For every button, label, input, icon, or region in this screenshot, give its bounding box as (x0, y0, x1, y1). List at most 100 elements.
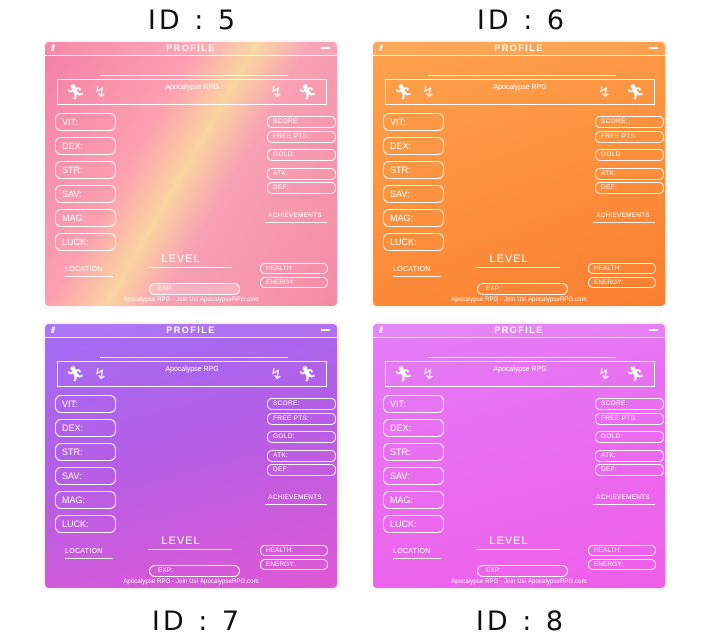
id-label-5: ID : 5 (147, 5, 239, 36)
sprinting-figure-icon: ↯ (598, 83, 611, 101)
game-name: Apocalypse RPG (493, 366, 547, 373)
info-atk[interactable]: ATK: (595, 450, 664, 462)
minimize-icon[interactable] (649, 47, 658, 49)
info-atk[interactable]: ATK: (267, 450, 336, 462)
exp-bar[interactable]: EXP: (477, 565, 568, 577)
minimize-icon[interactable] (321, 329, 330, 331)
location-underline (393, 276, 441, 277)
stat-dex[interactable]: DEX: (383, 137, 444, 155)
achievements-link[interactable]: ACHIEVEMENTS (591, 212, 655, 219)
stat-str[interactable]: STR: (55, 161, 116, 179)
info-score[interactable]: SCORE: (267, 116, 336, 128)
stat-luck[interactable]: LUCK: (383, 233, 444, 251)
stat-dex[interactable]: DEX: (55, 419, 116, 437)
footer-text: Apocalypse RPG - Join Us! ApocalypseRPG.… (451, 297, 587, 303)
profile-title: PROFILE (494, 43, 544, 53)
stat-luck[interactable]: LUCK: (55, 233, 116, 251)
info-free-pts[interactable]: FREE PTS: (595, 131, 664, 143)
info-gold[interactable]: GOLD: (595, 431, 664, 443)
info-atk[interactable]: ATK: (267, 168, 336, 180)
location-underline (393, 558, 441, 559)
info-def[interactable]: DEF: (267, 464, 336, 476)
location-link[interactable]: LOCATION (65, 548, 103, 555)
stat-mag[interactable]: MAG: (383, 491, 444, 509)
achievements-underline (593, 222, 655, 223)
achievements-link[interactable]: ACHIEVEMENTS (591, 494, 655, 501)
achievements-link[interactable]: ACHIEVEMENTS (263, 494, 327, 501)
stat-luck[interactable]: LUCK: (383, 515, 444, 533)
running-figure-icon: 🏃︎ (626, 365, 646, 383)
sprinting-figure-icon: ↯ (270, 83, 283, 101)
exp-bar[interactable]: EXP: (477, 283, 568, 295)
stat-vit[interactable]: VIT: (383, 395, 444, 413)
info-def[interactable]: DEF: (595, 464, 664, 476)
stat-dex[interactable]: DEX: (383, 419, 444, 437)
energy-field[interactable]: ENERGY: (260, 559, 328, 570)
stat-dex[interactable]: DEX: (55, 137, 116, 155)
stat-str[interactable]: STR: (55, 443, 116, 461)
stat-sav[interactable]: SAV: (383, 467, 444, 485)
stat-sav[interactable]: SAV: (55, 467, 116, 485)
info-gold[interactable]: GOLD: (267, 431, 336, 443)
exp-bar[interactable]: EXP: (149, 565, 240, 577)
info-def[interactable]: DEF: (595, 182, 664, 194)
level-underline (148, 267, 232, 268)
location-link[interactable]: LOCATION (393, 266, 431, 273)
profile-card-8: // PROFILE 🏃︎ ↯ Apocalypse RPG ↯ 🏃︎ VIT:… (371, 322, 667, 590)
info-gold[interactable]: GOLD: (595, 149, 664, 161)
info-free-pts[interactable]: FREE PTS: (267, 413, 336, 425)
stat-str[interactable]: STR: (383, 161, 444, 179)
health-field[interactable]: HEALTH: (260, 545, 328, 556)
game-banner: 🏃︎ ↯ Apocalypse RPG ↯ 🏃︎ (385, 361, 655, 387)
footer-text: Apocalypse RPG - Join Us! ApocalypseRPG.… (451, 579, 587, 585)
level-underline (476, 267, 560, 268)
minimize-icon[interactable] (649, 329, 658, 331)
title-bar[interactable]: // PROFILE (45, 42, 337, 56)
stat-mag[interactable]: MAG: (55, 209, 116, 227)
energy-field[interactable]: ENERGY: (260, 277, 328, 288)
location-link[interactable]: LOCATION (393, 548, 431, 555)
energy-field[interactable]: ENERGY: (588, 277, 656, 288)
stat-vit[interactable]: VIT: (55, 395, 116, 413)
sprinting-figure-icon: ↯ (270, 365, 283, 383)
sprinting-figure-icon: ↯ (598, 365, 611, 383)
info-def[interactable]: DEF: (267, 182, 336, 194)
level-heading: LEVEL (489, 535, 529, 547)
info-free-pts[interactable]: FREE PTS: (267, 131, 336, 143)
stat-mag[interactable]: MAG: (383, 209, 444, 227)
title-bar[interactable]: // PROFILE (373, 42, 665, 56)
info-atk[interactable]: ATK: (595, 168, 664, 180)
stat-vit[interactable]: VIT: (55, 113, 116, 131)
title-bar[interactable]: // PROFILE (373, 324, 665, 338)
id-label-7: ID : 7 (151, 606, 243, 637)
health-field[interactable]: HEALTH: (588, 545, 656, 556)
stat-sav[interactable]: SAV: (383, 185, 444, 203)
exp-bar[interactable]: EXP: (149, 283, 240, 295)
stat-mag[interactable]: MAG: (55, 491, 116, 509)
info-score[interactable]: SCORE: (267, 398, 336, 410)
divider (100, 357, 288, 358)
minimize-icon[interactable] (321, 47, 330, 49)
id-label-6: ID : 6 (476, 5, 568, 36)
info-gold[interactable]: GOLD: (267, 149, 336, 161)
stat-str[interactable]: STR: (383, 443, 444, 461)
game-banner: 🏃︎ ↯ Apocalypse RPG ↯ 🏃︎ (385, 79, 655, 105)
info-score[interactable]: SCORE: (595, 116, 664, 128)
title-bar[interactable]: // PROFILE (45, 324, 337, 338)
id-label-8: ID : 8 (475, 606, 567, 637)
achievements-underline (593, 504, 655, 505)
stat-vit[interactable]: VIT: (383, 113, 444, 131)
location-link[interactable]: LOCATION (65, 266, 103, 273)
achievements-link[interactable]: ACHIEVEMENTS (263, 212, 327, 219)
running-figure-icon: 🏃︎ (298, 365, 318, 383)
energy-field[interactable]: ENERGY: (588, 559, 656, 570)
location-underline (65, 558, 113, 559)
info-free-pts[interactable]: FREE PTS: (595, 413, 664, 425)
health-field[interactable]: HEALTH: (260, 263, 328, 274)
level-heading: LEVEL (489, 253, 529, 265)
stat-sav[interactable]: SAV: (55, 185, 116, 203)
info-score[interactable]: SCORE: (595, 398, 664, 410)
divider (428, 75, 616, 76)
health-field[interactable]: HEALTH: (588, 263, 656, 274)
stat-luck[interactable]: LUCK: (55, 515, 116, 533)
